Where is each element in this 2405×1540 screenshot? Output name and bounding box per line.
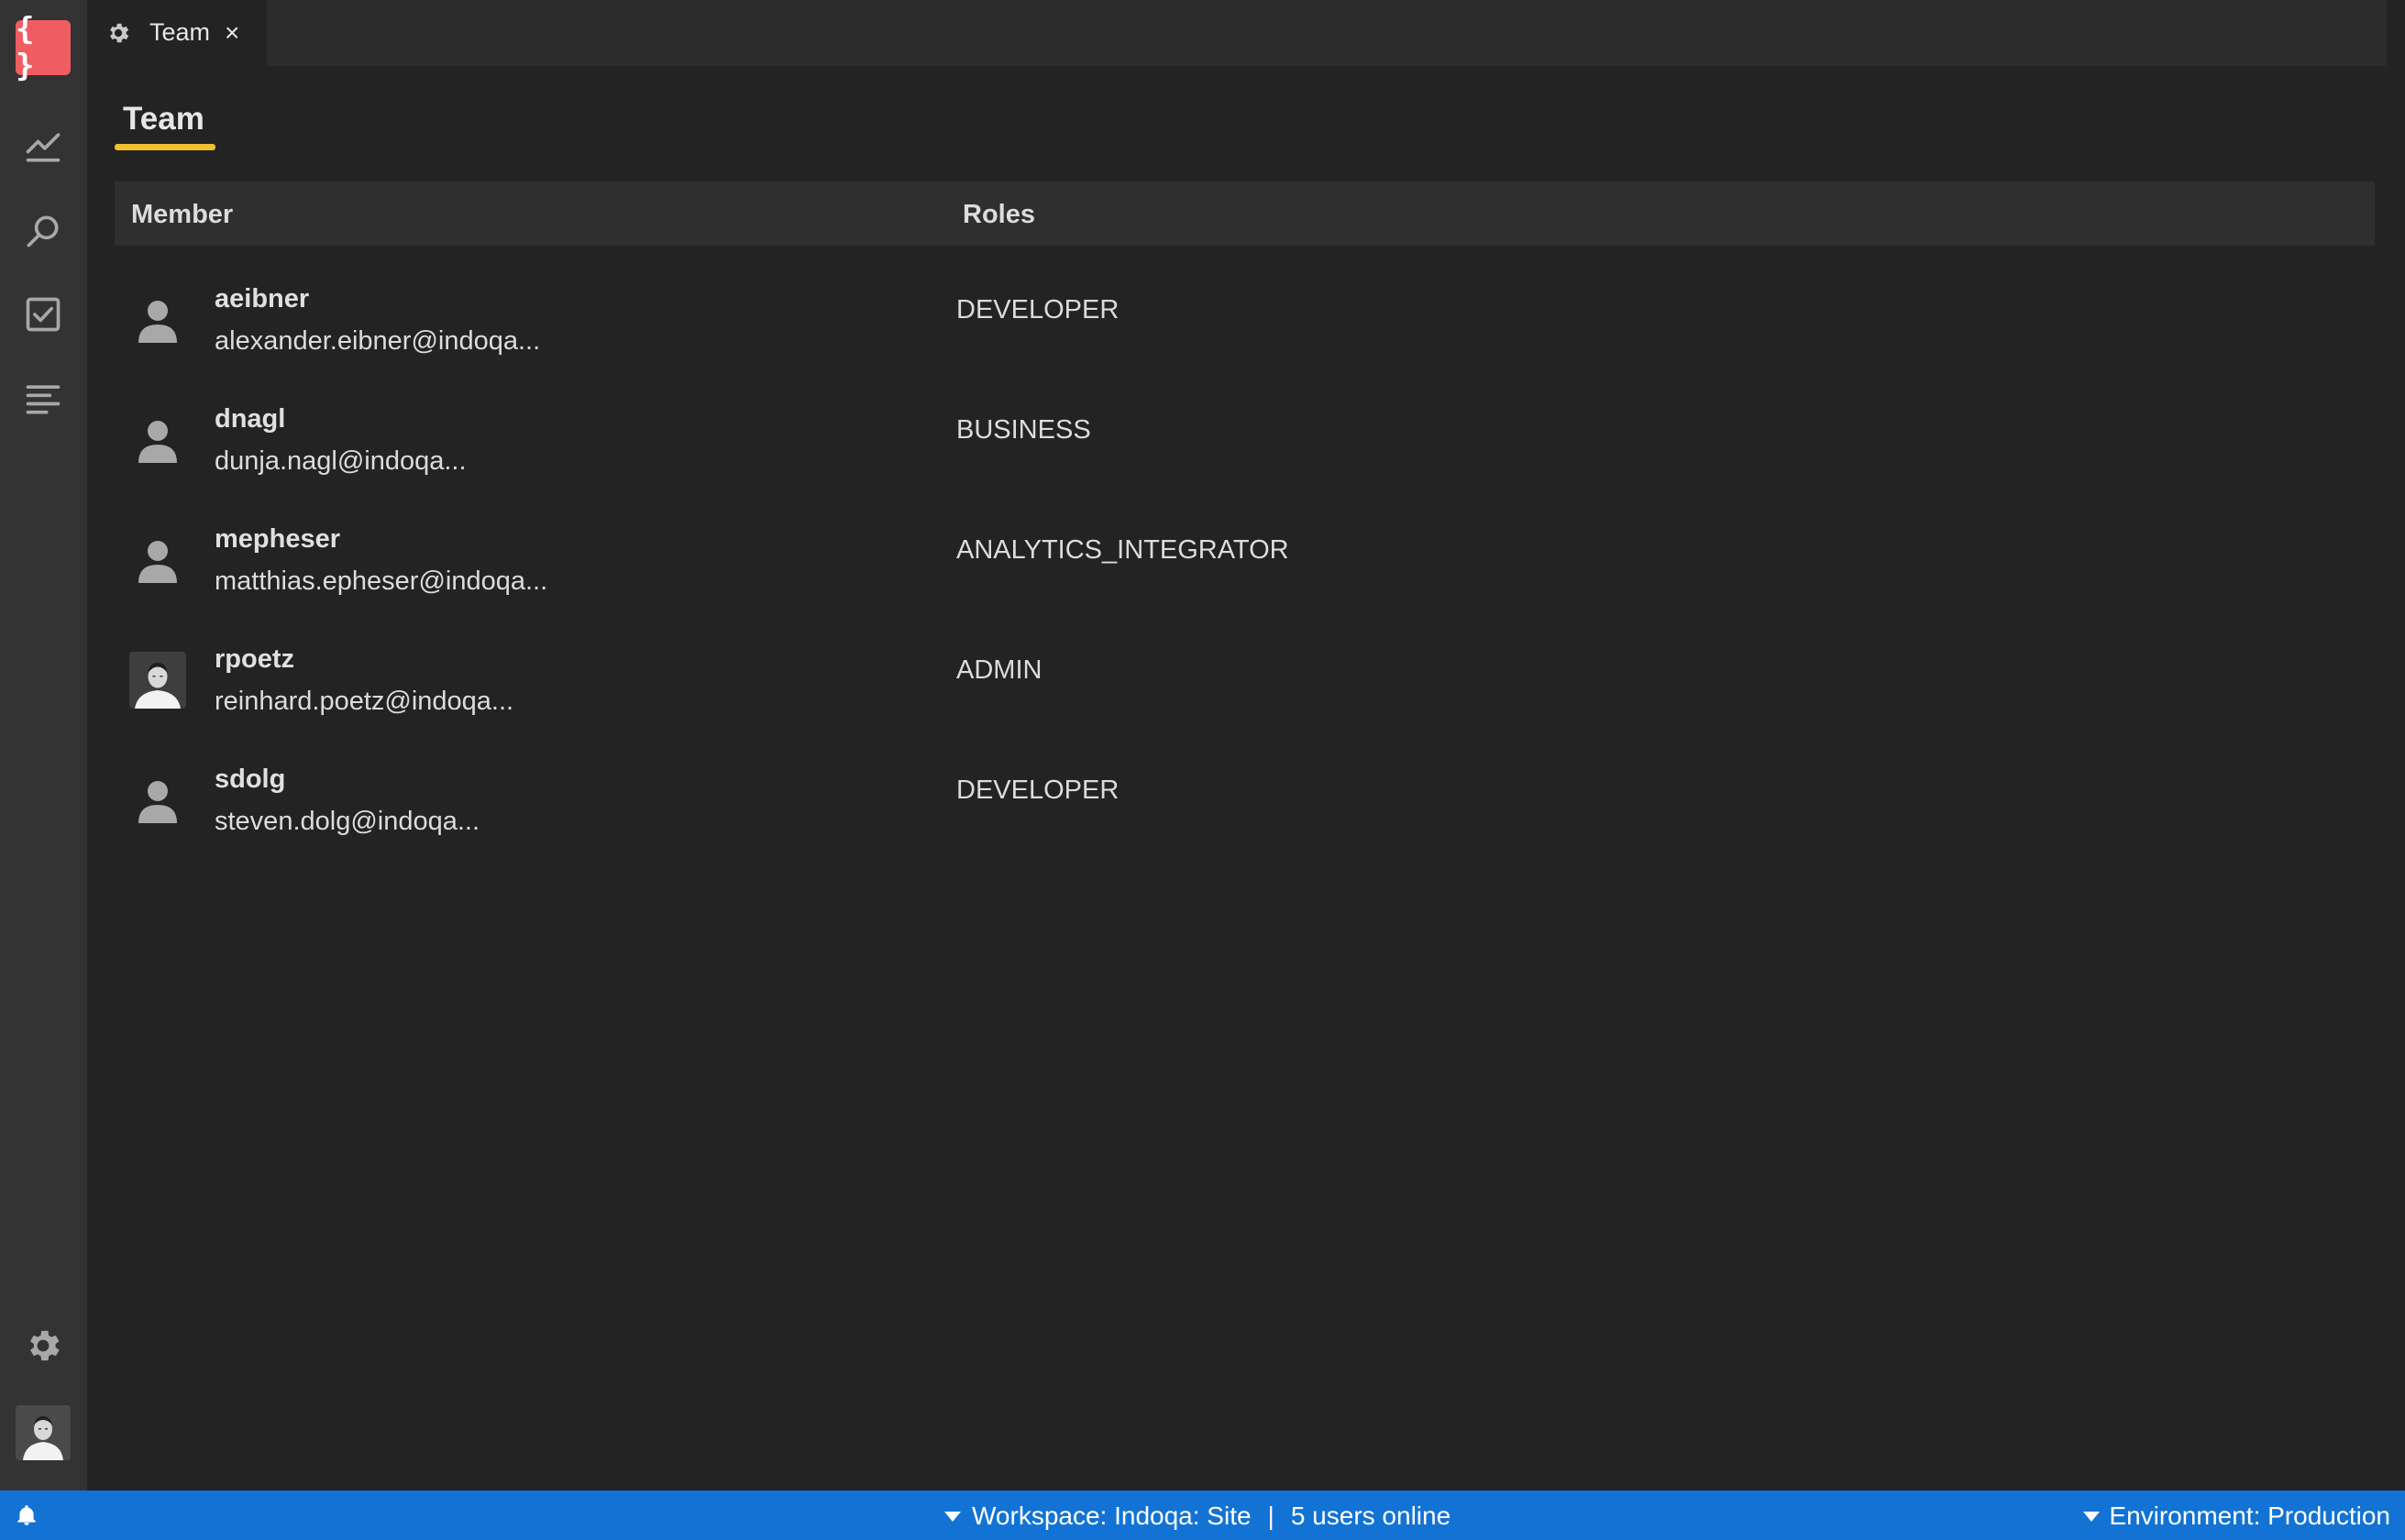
environment-selector[interactable]: Environment: Production [2109, 1502, 2390, 1531]
list-icon[interactable] [21, 377, 65, 421]
table-row[interactable]: rpoetz reinhard.poetz@indoqa... ADMIN [115, 617, 2375, 737]
tab-close-button[interactable]: × [225, 19, 239, 47]
member-avatar-photo [129, 652, 186, 709]
tab-label: Team [149, 18, 211, 46]
default-avatar-icon [129, 532, 186, 588]
member-email: alexander.eibner@indoqa... [215, 326, 541, 356]
status-right-group: Environment: Production [2083, 1502, 2390, 1531]
member-role: BUSINESS [956, 415, 1091, 445]
member-username: sdolg [215, 764, 286, 794]
table-header: Member Roles [115, 182, 2375, 246]
gear-icon[interactable] [21, 1324, 65, 1368]
member-role: DEVELOPER [956, 295, 1120, 324]
chevron-down-icon [2083, 1511, 2101, 1522]
users-online[interactable]: 5 users online [1291, 1502, 1451, 1531]
tab-team[interactable]: Team × [87, 0, 267, 66]
member-role: ANALYTICS_INTEGRATOR [956, 535, 1289, 565]
gear-icon [105, 20, 131, 46]
member-role: DEVELOPER [956, 776, 1120, 805]
bell-icon[interactable] [15, 1503, 39, 1527]
member-email: matthias.epheser@indoqa... [215, 566, 548, 596]
member-email: dunja.nagl@indoqa... [215, 446, 467, 476]
app-window: { } Team × Team Member Roles aeibner ale… [0, 0, 2405, 1540]
table-row[interactable]: sdolg steven.dolg@indoqa... DEVELOPER [115, 737, 2375, 857]
activity-bar: { } [0, 0, 87, 1490]
checkbox-icon[interactable] [21, 292, 65, 336]
table-row[interactable]: aeibner alexander.eibner@indoqa... DEVEL… [115, 257, 2375, 377]
default-avatar-icon [129, 412, 186, 468]
column-header-roles[interactable]: Roles [963, 200, 1035, 230]
chart-line-icon[interactable] [21, 125, 65, 169]
default-avatar-icon [129, 292, 186, 348]
member-username: dnagl [215, 404, 286, 434]
member-email: reinhard.poetz@indoqa... [215, 687, 514, 716]
status-separator: | [1267, 1502, 1274, 1530]
member-email: steven.dolg@indoqa... [215, 807, 480, 836]
column-header-member[interactable]: Member [131, 200, 233, 230]
tab-bar: Team × [87, 0, 2387, 66]
member-role: ADMIN [956, 655, 1043, 685]
search-icon[interactable] [21, 209, 65, 253]
member-username: aeibner [215, 284, 310, 314]
app-logo[interactable]: { } [16, 11, 71, 84]
member-username: rpoetz [215, 644, 294, 674]
status-bar: Workspace: Indoqa: Site | 5 users online… [0, 1490, 2405, 1540]
user-avatar-photo[interactable] [16, 1405, 71, 1460]
page-title: Team [123, 101, 204, 137]
member-username: mepheser [215, 524, 341, 554]
chevron-down-icon [944, 1511, 961, 1522]
title-underline [115, 144, 215, 150]
default-avatar-icon [129, 772, 186, 829]
table-row[interactable]: mepheser matthias.epheser@indoqa... ANAL… [115, 497, 2375, 617]
table-row[interactable]: dnagl dunja.nagl@indoqa... BUSINESS [115, 377, 2375, 497]
status-center-group: Workspace: Indoqa: Site | 5 users online [944, 1502, 1451, 1531]
workspace-selector[interactable]: Workspace: Indoqa: Site [972, 1502, 1252, 1531]
